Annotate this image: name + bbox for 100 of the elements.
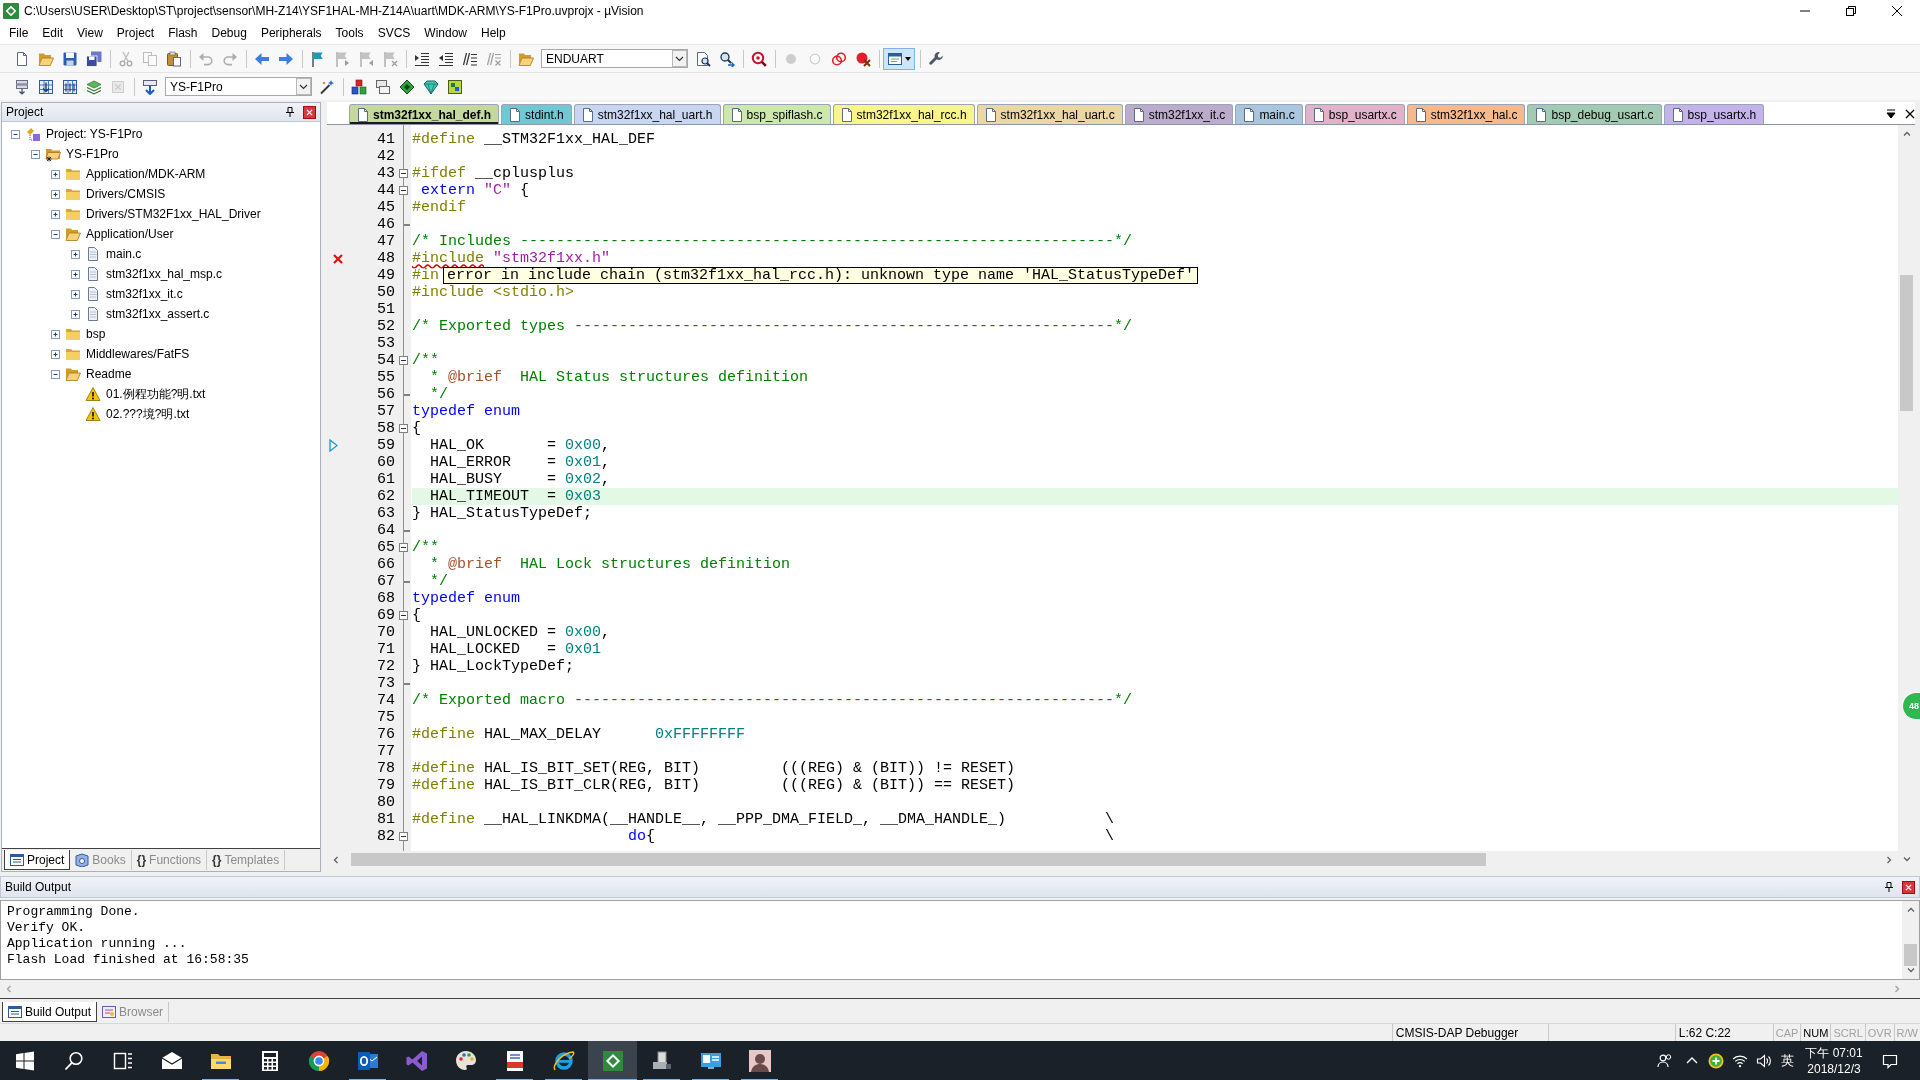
collapse-icon[interactable] bbox=[399, 186, 408, 195]
tree-item[interactable]: 01.例程功能?明.txt bbox=[106, 385, 206, 403]
collapse-icon[interactable] bbox=[31, 149, 40, 159]
expand-icon[interactable] bbox=[71, 309, 80, 319]
speaker-icon[interactable] bbox=[1756, 1053, 1772, 1069]
pin-icon[interactable] bbox=[1884, 882, 1894, 892]
outdent-icon[interactable] bbox=[437, 50, 454, 67]
package-icon[interactable] bbox=[446, 78, 463, 95]
save-all-icon[interactable] bbox=[85, 50, 102, 67]
tree-item[interactable]: stm32f1xx_hal_msp.c bbox=[106, 267, 223, 281]
left-arrow-icon[interactable] bbox=[253, 50, 270, 67]
comment-icon[interactable] bbox=[461, 50, 478, 67]
chevron-down-icon[interactable] bbox=[1906, 966, 1915, 974]
combo-box[interactable]: ENDUART bbox=[541, 49, 688, 68]
tree-item[interactable]: Application/MDK-ARM bbox=[86, 167, 206, 181]
scrollbar-thumb[interactable] bbox=[1904, 944, 1917, 966]
taskbar-time[interactable]: 下午 07:01 bbox=[1805, 1045, 1863, 1061]
tree-item[interactable]: 02.???境?明.txt bbox=[106, 405, 190, 423]
panel-tab[interactable]: {} Functions bbox=[131, 850, 208, 870]
diamond-icon[interactable] bbox=[398, 78, 415, 95]
expand-icon[interactable] bbox=[51, 189, 60, 199]
clipboard-icon[interactable] bbox=[165, 50, 182, 67]
find-icon[interactable] bbox=[694, 50, 711, 67]
grid-icon[interactable] bbox=[61, 78, 78, 95]
scrollbar-thumb[interactable] bbox=[351, 853, 1486, 866]
combo-box[interactable]: YS-F1Pro bbox=[165, 77, 312, 96]
expand-icon[interactable] bbox=[51, 329, 60, 339]
tree-item[interactable]: bsp bbox=[86, 327, 106, 341]
menu-item[interactable]: File bbox=[2, 24, 36, 42]
tree-item[interactable]: main.c bbox=[106, 247, 142, 261]
file-tab[interactable]: stm32f1xx_hal.c bbox=[1406, 104, 1526, 124]
collapse-icon[interactable] bbox=[399, 611, 408, 620]
collapse-icon[interactable] bbox=[399, 169, 408, 178]
file-tab[interactable]: stm32f1xx_hal_uart.c bbox=[976, 104, 1123, 124]
layout-button[interactable] bbox=[883, 47, 915, 70]
file-tab[interactable]: main.c bbox=[1235, 104, 1303, 124]
taskbar-date[interactable]: 2018/12/3 bbox=[1807, 1061, 1861, 1077]
taskbar-button[interactable] bbox=[588, 1041, 637, 1080]
collapse-icon[interactable] bbox=[399, 832, 408, 841]
file-tab[interactable]: bsp_spiflash.c bbox=[722, 104, 831, 124]
windows-stack-icon[interactable] bbox=[374, 78, 391, 95]
close-icon[interactable] bbox=[1905, 109, 1915, 119]
plus-badge-icon[interactable] bbox=[1708, 1053, 1724, 1069]
menu-item[interactable]: SVCS bbox=[370, 24, 418, 42]
collapse-icon[interactable] bbox=[399, 543, 408, 552]
expand-icon[interactable] bbox=[51, 349, 60, 359]
chevron-right-icon[interactable] bbox=[1885, 855, 1893, 864]
close-button[interactable] bbox=[303, 105, 316, 119]
file-tab[interactable]: stm32f1xx_hal_uart.h bbox=[573, 104, 721, 124]
wifi-icon[interactable] bbox=[1732, 1053, 1748, 1069]
menu-item[interactable]: Peripherals bbox=[253, 24, 329, 42]
chevron-down-icon[interactable] bbox=[1902, 855, 1911, 863]
expand-icon[interactable] bbox=[71, 249, 80, 259]
collapse-icon[interactable] bbox=[51, 369, 60, 379]
file-tab[interactable]: stm32f1xx_hal_rcc.h bbox=[832, 104, 975, 124]
file-tab[interactable]: stm32f1xx_it.c bbox=[1124, 104, 1234, 124]
save-icon[interactable] bbox=[61, 50, 78, 67]
menu-item[interactable]: Project bbox=[109, 24, 162, 42]
close-icon[interactable] bbox=[1892, 6, 1902, 16]
tree-item[interactable]: YS-F1Pro bbox=[66, 147, 119, 161]
menu-item[interactable]: Edit bbox=[35, 24, 71, 42]
tree-item[interactable]: Project: YS-F1Pro bbox=[46, 127, 143, 141]
stack-icon[interactable] bbox=[13, 78, 30, 95]
vertical-scrollbar[interactable] bbox=[1902, 901, 1919, 979]
breakpoint-delete-icon[interactable] bbox=[854, 50, 871, 67]
wrench-icon[interactable] bbox=[927, 50, 944, 67]
people-icon[interactable] bbox=[1657, 1053, 1673, 1069]
tree-item[interactable]: Middlewares/FatFS bbox=[86, 347, 190, 361]
gem-icon[interactable] bbox=[422, 78, 439, 95]
collapse-icon[interactable] bbox=[399, 356, 408, 365]
file-tab[interactable]: bsp_debug_usart.c bbox=[1527, 104, 1662, 124]
pin-icon[interactable] bbox=[285, 107, 295, 117]
input-method-indicator[interactable]: 英 bbox=[1780, 1052, 1794, 1070]
file-tab[interactable]: bsp_usartx.h bbox=[1663, 104, 1765, 124]
expand-icon[interactable] bbox=[71, 269, 80, 279]
file-tab[interactable]: bsp_usartx.c bbox=[1304, 104, 1405, 124]
tab-list-icon[interactable] bbox=[1886, 109, 1896, 119]
layers-icon[interactable] bbox=[85, 78, 102, 95]
menu-item[interactable]: Flash bbox=[161, 24, 205, 42]
menu-item[interactable]: Help bbox=[474, 24, 513, 42]
close-button[interactable] bbox=[1902, 880, 1915, 894]
panel-tab[interactable]: {} Templates bbox=[207, 850, 286, 870]
tree-item[interactable]: stm32f1xx_it.c bbox=[106, 287, 183, 301]
scrollbar-thumb[interactable] bbox=[1900, 275, 1913, 411]
tree-item[interactable]: Readme bbox=[86, 367, 132, 381]
rings-icon[interactable] bbox=[830, 50, 847, 67]
tree-item[interactable]: stm32f1xx_assert.c bbox=[106, 307, 210, 321]
collapse-icon[interactable] bbox=[11, 129, 20, 139]
menu-item[interactable]: Window bbox=[417, 24, 474, 42]
menu-item[interactable]: Tools bbox=[328, 24, 371, 42]
wand-icon[interactable] bbox=[318, 78, 335, 95]
file-tab[interactable]: stdint.h bbox=[501, 104, 572, 124]
grid-icon[interactable] bbox=[37, 78, 54, 95]
expand-icon[interactable] bbox=[71, 289, 80, 299]
expand-icon[interactable] bbox=[51, 169, 60, 179]
tree-item[interactable]: Drivers/STM32F1xx_HAL_Driver bbox=[86, 207, 261, 221]
debug-icon[interactable] bbox=[750, 50, 767, 67]
collapse-icon[interactable] bbox=[399, 424, 408, 433]
download-icon[interactable] bbox=[141, 78, 158, 95]
blocks-icon[interactable] bbox=[350, 78, 367, 95]
